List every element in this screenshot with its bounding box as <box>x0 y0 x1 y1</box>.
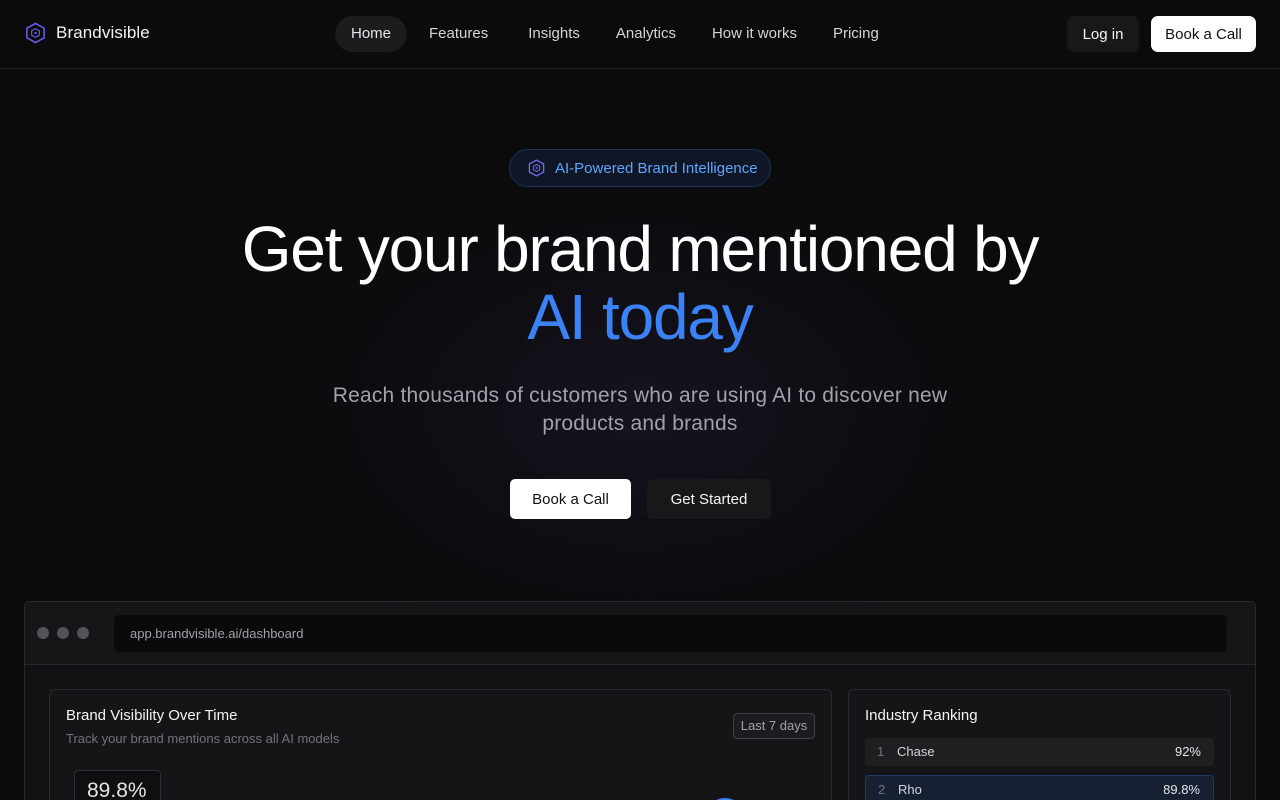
rank-name: Rho <box>898 782 922 797</box>
card-title: Brand Visibility Over Time <box>66 707 238 724</box>
login-button[interactable]: Log in <box>1067 16 1139 52</box>
nav-link-pricing[interactable]: Pricing <box>817 16 895 52</box>
nav-links: Home Features Insights Analytics How it … <box>335 16 899 52</box>
brand-visibility-card: Brand Visibility Over Time Track your br… <box>49 689 832 800</box>
hero-get-started-button[interactable]: Get Started <box>647 479 771 519</box>
nav-book-call-button[interactable]: Book a Call <box>1151 16 1256 52</box>
window-titlebar: app.brandvisible.ai/dashboard <box>25 602 1255 665</box>
rank-value: 92% <box>1174 744 1201 759</box>
rank-name: Chase <box>897 744 935 759</box>
nav-link-analytics[interactable]: Analytics <box>600 16 692 52</box>
card-subtitle: Track your brand mentions across all AI … <box>66 731 340 746</box>
nav-link-insights[interactable]: Insights <box>512 16 596 52</box>
ranking-row[interactable]: 1 Chase 92% <box>865 738 1214 766</box>
rank-value: 89.8% <box>1163 782 1200 797</box>
window-dot-icon <box>77 627 89 639</box>
url-bar: app.brandvisible.ai/dashboard <box>114 615 1227 652</box>
visibility-metric: 89.8% <box>74 770 161 800</box>
card-title: Industry Ranking <box>865 707 978 724</box>
window-dot-icon <box>57 627 69 639</box>
window-dot-icon <box>37 627 49 639</box>
date-range-select[interactable]: Last 7 days <box>733 713 815 739</box>
hero-subtitle: Reach thousands of customers who are usi… <box>332 384 948 435</box>
brand-logo[interactable]: Brandvisible <box>24 21 150 45</box>
industry-ranking-card: Industry Ranking 1 Chase 92% 2 Rho 89.8% <box>848 689 1231 800</box>
brand-name: Brandvisible <box>56 23 150 42</box>
dashboard-preview-window: app.brandvisible.ai/dashboard Brand Visi… <box>24 601 1256 800</box>
hero-badge-text: AI-Powered Brand Intelligence <box>555 159 758 177</box>
nav-link-features[interactable]: Features <box>411 16 508 52</box>
ranking-row[interactable]: 2 Rho 89.8% <box>865 775 1214 800</box>
hexagon-logo-icon <box>26 22 45 44</box>
rank-number: 1 <box>877 744 885 759</box>
hero-title: Get your brand mentioned by <box>241 213 1040 285</box>
hexagon-icon <box>528 159 545 177</box>
hero-badge: AI-Powered Brand Intelligence <box>509 149 771 187</box>
hero-title-accent: AI today <box>527 281 753 353</box>
rank-number: 2 <box>878 782 886 797</box>
top-navbar: Brandvisible Home Features Insights Anal… <box>0 0 1280 69</box>
hero-book-call-button[interactable]: Book a Call <box>510 479 631 519</box>
nav-link-home[interactable]: Home <box>335 16 408 52</box>
nav-link-how-it-works[interactable]: How it works <box>696 16 813 52</box>
